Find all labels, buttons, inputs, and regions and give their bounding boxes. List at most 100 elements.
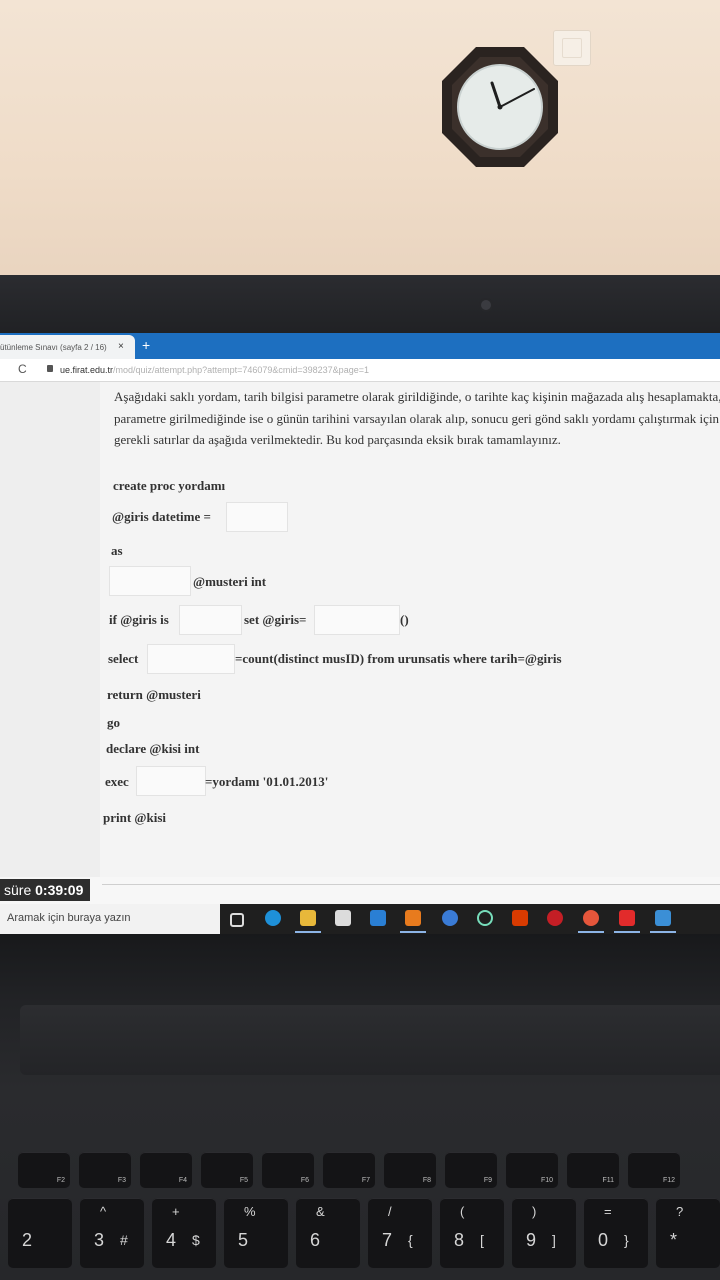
key-shift-symbol: / bbox=[388, 1204, 392, 1219]
key-main-label: 0 bbox=[598, 1230, 609, 1250]
acrobat-icon[interactable] bbox=[619, 910, 635, 926]
number-key[interactable]: 2 bbox=[8, 1198, 72, 1268]
browser-tab[interactable]: ütünleme Sınavı (sayfa 2 / 16) × bbox=[0, 335, 135, 359]
key-shift-symbol: ? bbox=[676, 1204, 684, 1219]
key-main-label: 3 bbox=[94, 1230, 105, 1250]
number-key[interactable]: & 6 bbox=[296, 1198, 360, 1268]
photos-icon[interactable] bbox=[655, 910, 671, 926]
function-key-label: F12 bbox=[662, 1177, 675, 1184]
function-key[interactable]: F7 bbox=[323, 1152, 375, 1188]
function-key-label: F8 bbox=[422, 1177, 431, 1184]
running-indicator bbox=[614, 931, 640, 933]
file-explorer-icon[interactable] bbox=[300, 910, 316, 926]
function-key[interactable]: F9 bbox=[445, 1152, 497, 1188]
office-icon[interactable] bbox=[512, 910, 528, 926]
wall bbox=[0, 0, 720, 285]
key-altgr-symbol: ] bbox=[552, 1232, 556, 1248]
paint-icon[interactable] bbox=[583, 910, 599, 926]
number-key[interactable]: ? * bbox=[656, 1198, 720, 1268]
answer-blank-4[interactable] bbox=[314, 605, 400, 635]
key-main-label: 9 bbox=[526, 1230, 537, 1250]
answer-blank-5[interactable] bbox=[147, 644, 235, 674]
key-shift-symbol: = bbox=[604, 1204, 612, 1219]
running-indicator bbox=[295, 931, 321, 933]
function-key-label: F10 bbox=[540, 1177, 553, 1184]
quiz-timer: süre 0:39:09 bbox=[0, 879, 90, 901]
function-key-label: F6 bbox=[300, 1177, 309, 1184]
number-key[interactable]: = 0} bbox=[584, 1198, 648, 1268]
edge-icon[interactable] bbox=[265, 910, 281, 926]
address-bar[interactable]: C ue.firat.edu.tr/mod/quiz/attempt.php?a… bbox=[0, 359, 720, 382]
close-tab-icon[interactable]: × bbox=[118, 341, 124, 352]
code-line-5b: set @giris= bbox=[244, 612, 307, 627]
function-key[interactable]: F12 bbox=[628, 1152, 680, 1188]
key-shift-symbol: % bbox=[244, 1204, 256, 1219]
key-shift-symbol: ^ bbox=[100, 1204, 107, 1219]
search-placeholder: Aramak için buraya yazın bbox=[7, 912, 131, 924]
laptop-hinge bbox=[20, 1005, 720, 1075]
function-key-label: F4 bbox=[178, 1177, 187, 1184]
laptop-bezel bbox=[0, 275, 720, 335]
running-indicator bbox=[650, 931, 676, 933]
store-icon[interactable] bbox=[335, 910, 351, 926]
code-line-10b: =yordamı '01.01.2013' bbox=[205, 774, 329, 789]
new-tab-icon[interactable]: + bbox=[142, 337, 150, 353]
windows-taskbar: Aramak için buraya yazın bbox=[0, 904, 720, 934]
app-9-icon[interactable] bbox=[405, 910, 421, 926]
function-key[interactable]: F5 bbox=[201, 1152, 253, 1188]
code-line-9: declare @kisi int bbox=[106, 741, 200, 756]
code-line-5c: () bbox=[400, 612, 409, 627]
function-key[interactable]: F4 bbox=[140, 1152, 192, 1188]
function-key[interactable]: F11 bbox=[567, 1152, 619, 1188]
function-key[interactable]: F2 bbox=[18, 1152, 70, 1188]
number-key[interactable]: % 5 bbox=[224, 1198, 288, 1268]
function-key[interactable]: F6 bbox=[262, 1152, 314, 1188]
code-line-2: @giris datetime = bbox=[112, 509, 211, 524]
key-main-label: 2 bbox=[22, 1230, 33, 1250]
page-divider bbox=[102, 884, 720, 885]
function-key-label: F7 bbox=[361, 1177, 370, 1184]
code-line-10a: exec bbox=[105, 774, 129, 789]
timer-value: 0:39:09 bbox=[35, 882, 84, 898]
number-key[interactable]: (8 [ bbox=[440, 1198, 504, 1268]
ccleaner-icon[interactable] bbox=[442, 910, 458, 926]
code-line-7: return @musteri bbox=[107, 687, 201, 702]
key-altgr-symbol: [ bbox=[480, 1232, 484, 1248]
function-key-label: F5 bbox=[239, 1177, 248, 1184]
url-text[interactable]: ue.firat.edu.tr/mod/quiz/attempt.php?att… bbox=[60, 365, 369, 375]
answer-blank-1[interactable] bbox=[226, 502, 288, 532]
number-key[interactable]: ) 9] bbox=[512, 1198, 576, 1268]
function-key[interactable]: F10 bbox=[506, 1152, 558, 1188]
function-key-label: F2 bbox=[56, 1177, 65, 1184]
task-view-icon[interactable] bbox=[230, 913, 244, 927]
quiz-page: Aşağıdaki saklı yordam, tarih bilgisi pa… bbox=[0, 382, 720, 877]
key-altgr-symbol: $ bbox=[192, 1232, 200, 1248]
app-u-icon[interactable] bbox=[477, 910, 493, 926]
code-line-1: create proc yordamı bbox=[113, 478, 226, 493]
taskbar-search-box[interactable]: Aramak için buraya yazın bbox=[0, 904, 220, 934]
answer-blank-2[interactable] bbox=[109, 566, 191, 596]
number-key[interactable]: / 7 { bbox=[368, 1198, 432, 1268]
answer-blank-6[interactable] bbox=[136, 766, 206, 796]
browser-tab-bar: ütünleme Sınavı (sayfa 2 / 16) × + bbox=[0, 333, 720, 359]
mail-icon[interactable] bbox=[370, 910, 386, 926]
key-main-label: 8 bbox=[454, 1230, 465, 1250]
function-key-label: F9 bbox=[483, 1177, 492, 1184]
key-shift-symbol: + bbox=[172, 1204, 180, 1219]
url-domain: ue.firat.edu.tr bbox=[60, 365, 114, 375]
page-sidebar bbox=[0, 382, 100, 877]
lock-icon bbox=[47, 365, 53, 372]
reload-icon[interactable]: C bbox=[18, 362, 27, 376]
number-key[interactable]: +4 $ bbox=[152, 1198, 216, 1268]
number-key[interactable]: ^ 3 # bbox=[80, 1198, 144, 1268]
key-main-label: * bbox=[670, 1230, 678, 1250]
key-shift-symbol: & bbox=[316, 1204, 325, 1219]
opera-icon[interactable] bbox=[547, 910, 563, 926]
key-main-label: 5 bbox=[238, 1230, 249, 1250]
running-indicator bbox=[578, 931, 604, 933]
key-main-label: 6 bbox=[310, 1230, 321, 1250]
function-key[interactable]: F8 bbox=[384, 1152, 436, 1188]
tab-title: ütünleme Sınavı (sayfa 2 / 16) bbox=[0, 343, 107, 352]
answer-blank-3[interactable] bbox=[179, 605, 242, 635]
function-key[interactable]: F3 bbox=[79, 1152, 131, 1188]
